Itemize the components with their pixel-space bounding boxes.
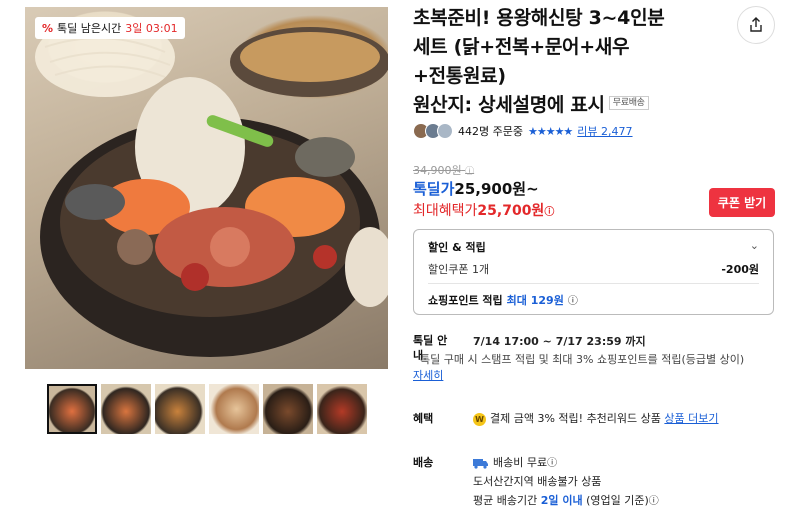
star-rating-icon: ★★★★★ xyxy=(527,124,573,138)
main-product-image[interactable]: % 톡딜 남은시간 3일 03:01 xyxy=(25,7,388,369)
info-icon: ⓘ xyxy=(547,458,558,469)
shipping-average: 평균 배송기간 2일 이내 (영업일 기준)ⓘ xyxy=(473,494,659,507)
info-icon: ⓘ xyxy=(544,207,555,218)
thumbnail-3[interactable] xyxy=(155,384,205,434)
max-benefit-price: 최대혜택가25,700원ⓘ xyxy=(413,203,555,219)
title-line: +전통원료) xyxy=(413,65,506,87)
thumbnail-4[interactable] xyxy=(209,384,259,434)
shipping-fee: 배송비 무료ⓘ xyxy=(473,454,557,470)
deal-price: 톡딜가25,900원~ xyxy=(413,180,539,198)
thumbnail-strip xyxy=(47,384,367,434)
talkdeal-period: 7/14 17:00 ~ 7/17 23:59 까지 xyxy=(473,335,646,348)
title-line: 원산지: 상세설명에 표시 xyxy=(413,94,605,116)
thumbnail-5[interactable] xyxy=(263,384,313,434)
share-button[interactable] xyxy=(737,6,775,44)
share-icon xyxy=(750,17,762,32)
coupon-button[interactable]: 쿠폰 받기 xyxy=(709,188,775,217)
thumbnail-1[interactable] xyxy=(47,384,97,434)
rating-row: 442명 주문중 ★★★★★ 리뷰 2,477 xyxy=(413,123,633,139)
discount-box: 할인 & 적립 ⌄ 할인쿠폰 1개 -200원 쇼핑포인트 적립 최대 129원… xyxy=(413,229,774,315)
title-line: 세트 (닭+전복+문어+새우 xyxy=(413,36,630,58)
free-shipping-badge: 무료배송 xyxy=(608,96,649,110)
title-line: 초복준비! 용왕해신탕 3~4인분 xyxy=(413,7,665,29)
buyer-avatars xyxy=(413,123,453,139)
talkdeal-desc: 톡딜 구매 시 스탬프 적립 및 최대 3% 쇼핑포인트를 적립(등급별 상이) xyxy=(420,353,745,366)
coin-icon: W xyxy=(473,412,486,426)
thumbnail-2[interactable] xyxy=(101,384,151,434)
talkdeal-detail-link[interactable]: 자세히 xyxy=(413,367,443,383)
product-title: 초복준비! 용왕해신탕 3~4인분 세트 (닭+전복+문어+새우 +전통원료) … xyxy=(413,4,723,120)
percent-icon: % xyxy=(42,21,54,35)
shipping-note: 도서산간지역 배송불가 상품 xyxy=(473,475,602,488)
stew-illustration xyxy=(35,17,388,357)
info-icon: ⓘ xyxy=(567,296,578,307)
original-price: 34,900원 ⓘ xyxy=(413,164,475,177)
divider xyxy=(428,283,759,284)
truck-icon xyxy=(473,458,488,469)
product-gallery: % 톡딜 남은시간 3일 03:01 xyxy=(25,7,388,369)
thumbnail-6[interactable] xyxy=(317,384,367,434)
benefit-row: W 결제 금액 3% 적립! 추천리워드 상품 상품 더보기 xyxy=(473,410,719,426)
coupon-row: 할인쿠폰 1개 -200원 xyxy=(428,263,759,276)
order-count: 442명 주문중 xyxy=(458,125,523,138)
deal-timer: % 톡딜 남은시간 3일 03:01 xyxy=(35,17,185,39)
chevron-down-icon: ⌄ xyxy=(749,239,759,252)
review-link[interactable]: 리뷰 2,477 xyxy=(577,123,632,139)
benefit-label: 혜택 xyxy=(413,412,434,425)
info-icon: ⓘ xyxy=(648,496,659,507)
point-row: 쇼핑포인트 적립 최대 129원 ⓘ xyxy=(428,294,578,307)
timer-time: 3일 03:01 xyxy=(125,22,178,35)
info-icon: ⓘ xyxy=(465,167,475,177)
more-products-link[interactable]: 상품 더보기 xyxy=(664,412,718,425)
timer-label: 톡딜 남은시간 xyxy=(57,22,122,35)
shipping-label: 배송 xyxy=(413,456,434,469)
discount-header[interactable]: 할인 & 적립 ⌄ xyxy=(428,239,759,255)
